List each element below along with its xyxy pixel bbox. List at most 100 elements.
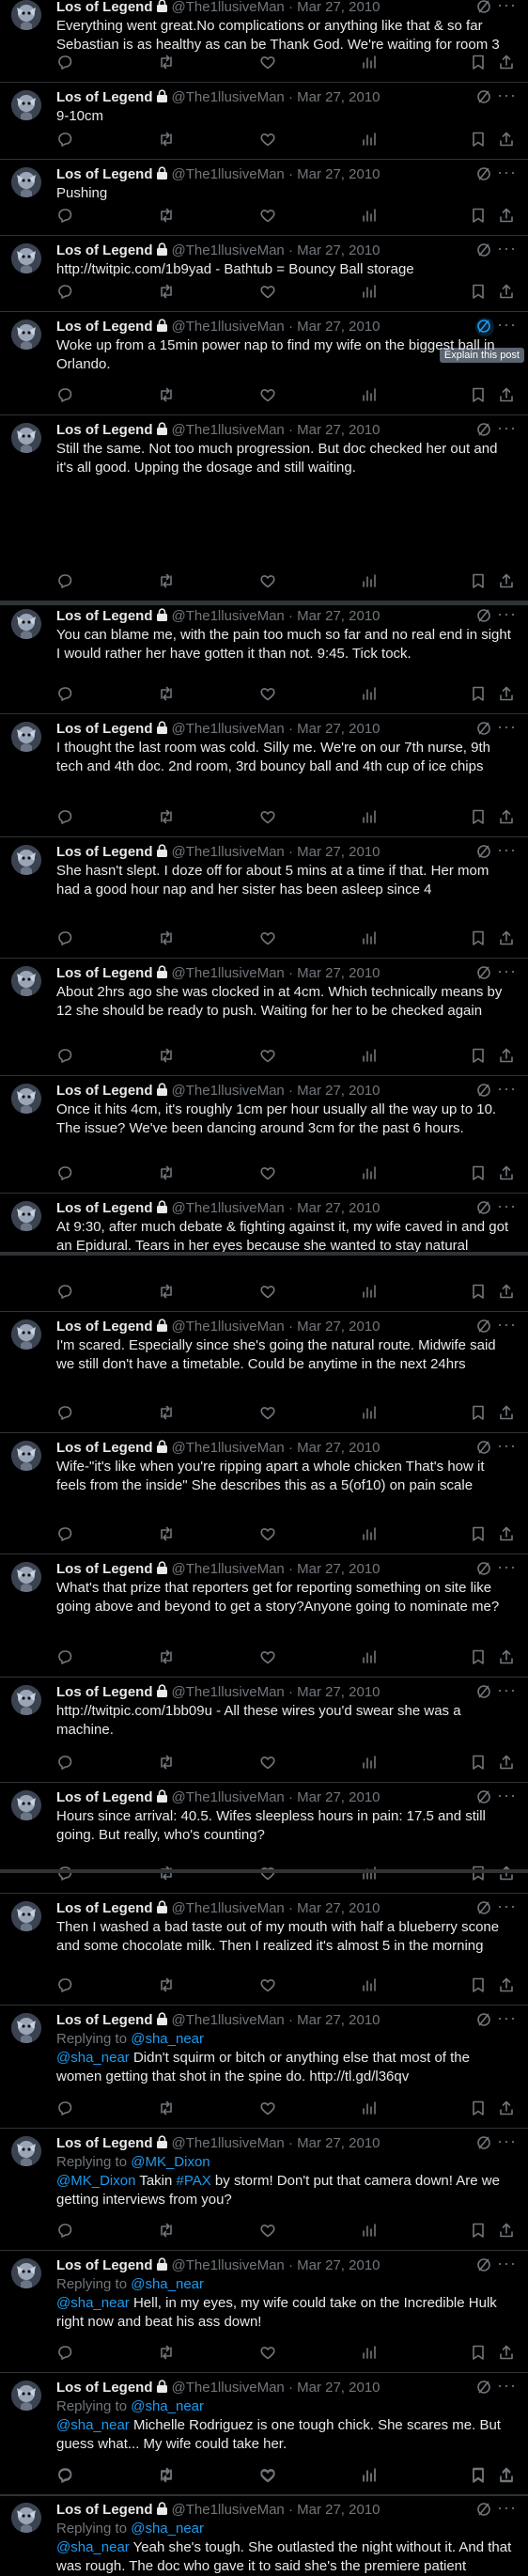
like-icon[interactable] [259,1047,278,1066]
grok-icon[interactable] [475,1899,494,1918]
tweet[interactable]: Los of Legend @The1llusiveMan · Mar 27, 2… [0,0,528,83]
like-icon[interactable] [259,2100,278,2118]
more-icon[interactable]: ··· [497,2131,517,2150]
avatar[interactable] [11,243,41,273]
views-icon[interactable] [361,2222,380,2240]
tweet-date[interactable]: Mar 27, 2010 [297,89,380,105]
avatar[interactable] [11,0,41,30]
like-icon[interactable] [259,54,278,72]
tweet[interactable]: Los of Legend @The1llusiveMan · Mar 27, 2… [0,714,528,837]
more-icon[interactable]: ··· [497,604,517,623]
author-name[interactable]: Los of Legend [56,965,153,981]
tweet-date[interactable]: Mar 27, 2010 [297,2135,380,2151]
views-icon[interactable] [361,2467,380,2486]
share-icon[interactable] [498,2100,517,2118]
reply-icon[interactable] [56,283,75,302]
bookmark-icon[interactable] [470,2100,489,2118]
more-icon[interactable]: ··· [497,86,517,104]
tweet-date[interactable]: Mar 27, 2010 [297,2380,380,2396]
avatar[interactable] [11,966,41,996]
tweet-date[interactable]: Mar 27, 2010 [297,319,380,335]
tweet[interactable]: Los of Legend @The1llusiveMan · Mar 27, 2… [0,2129,528,2251]
retweet-icon[interactable] [158,131,177,149]
reply-icon[interactable] [56,54,75,72]
like-icon[interactable] [259,207,278,226]
avatar[interactable] [11,90,41,120]
tweet-date[interactable]: Mar 27, 2010 [297,1561,380,1577]
reply-icon[interactable] [56,685,75,704]
more-icon[interactable]: ··· [497,961,517,980]
tweet[interactable]: Los of Legend @The1llusiveMan · Mar 27, 2… [0,601,528,714]
more-icon[interactable]: ··· [497,2254,517,2272]
reply-icon[interactable] [56,1754,75,1772]
retweet-icon[interactable] [158,1648,177,1667]
avatar[interactable] [11,1901,41,1931]
avatar[interactable] [11,2381,41,2411]
more-icon[interactable]: ··· [497,163,517,181]
like-icon[interactable] [259,685,278,704]
reply-icon[interactable] [56,929,75,948]
author-handle[interactable]: @The1llusiveMan [172,2135,285,2151]
author-name[interactable]: Los of Legend [56,2135,153,2151]
views-icon[interactable] [361,1754,380,1772]
mention-link[interactable]: @sha_near [56,2417,130,2433]
mention-link[interactable]: @MK_Dixon [56,2173,135,2189]
views-icon[interactable] [361,1648,380,1667]
grok-icon[interactable] [475,843,494,862]
like-icon[interactable] [259,1525,278,1544]
bookmark-icon[interactable] [470,1404,489,1423]
grok-icon[interactable] [475,421,494,440]
share-icon[interactable] [498,131,517,149]
bookmark-icon[interactable] [470,1976,489,1995]
avatar[interactable] [11,2503,41,2533]
reply-icon[interactable] [56,1648,75,1667]
like-icon[interactable] [259,1283,278,1302]
views-icon[interactable] [361,1525,380,1544]
share-icon[interactable] [498,572,517,591]
tweet-date[interactable]: Mar 27, 2010 [297,844,380,860]
bookmark-icon[interactable] [470,1525,489,1544]
author-handle[interactable]: @The1llusiveMan [172,608,285,624]
share-icon[interactable] [498,207,517,226]
reply-icon[interactable] [56,131,75,149]
avatar[interactable] [11,1441,41,1471]
reply-icon[interactable] [56,2344,75,2363]
avatar[interactable] [11,1201,41,1231]
replying-to-handle[interactable]: @sha_near [131,2398,204,2414]
grok-icon[interactable] [475,318,494,336]
views-icon[interactable] [361,1976,380,1995]
tweet-date[interactable]: Mar 27, 2010 [297,1440,380,1456]
like-icon[interactable] [259,1865,278,1883]
author-handle[interactable]: @The1llusiveMan [172,1684,285,1700]
tweet[interactable]: Los of Legend @The1llusiveMan · Mar 27, 2… [0,1678,528,1783]
author-name[interactable]: Los of Legend [56,1440,153,1456]
reply-icon[interactable] [56,1976,75,1995]
hashtag-link[interactable]: #PAX [177,2173,211,2189]
tweet[interactable]: Los of Legend @The1llusiveMan · Mar 27, 2… [0,415,528,601]
tweet-date[interactable]: Mar 27, 2010 [297,1319,380,1335]
tweet[interactable]: Los of Legend @The1llusiveMan · Mar 27, 2… [0,959,528,1076]
avatar[interactable] [11,845,41,875]
like-icon[interactable] [259,386,278,405]
author-name[interactable]: Los of Legend [56,2380,153,2396]
bookmark-icon[interactable] [470,131,489,149]
tweet-date[interactable]: Mar 27, 2010 [297,1789,380,1805]
tweet[interactable]: Los of Legend @The1llusiveMan · Mar 27, 2… [0,1312,528,1433]
like-icon[interactable] [259,1164,278,1183]
tweet[interactable]: Los of Legend @The1llusiveMan · Mar 27, 2… [0,312,528,415]
retweet-icon[interactable] [158,1865,177,1883]
retweet-icon[interactable] [158,2100,177,2118]
more-icon[interactable]: ··· [497,315,517,334]
more-icon[interactable]: ··· [497,1897,517,1915]
author-name[interactable]: Los of Legend [56,721,153,737]
views-icon[interactable] [361,207,380,226]
like-icon[interactable] [259,283,278,302]
mention-link[interactable]: @sha_near [56,2295,130,2311]
share-icon[interactable] [498,1648,517,1667]
share-icon[interactable] [498,929,517,948]
reply-icon[interactable] [56,2100,75,2118]
views-icon[interactable] [361,131,380,149]
more-icon[interactable]: ··· [497,418,517,437]
bookmark-icon[interactable] [470,2344,489,2363]
author-name[interactable]: Los of Legend [56,89,153,105]
